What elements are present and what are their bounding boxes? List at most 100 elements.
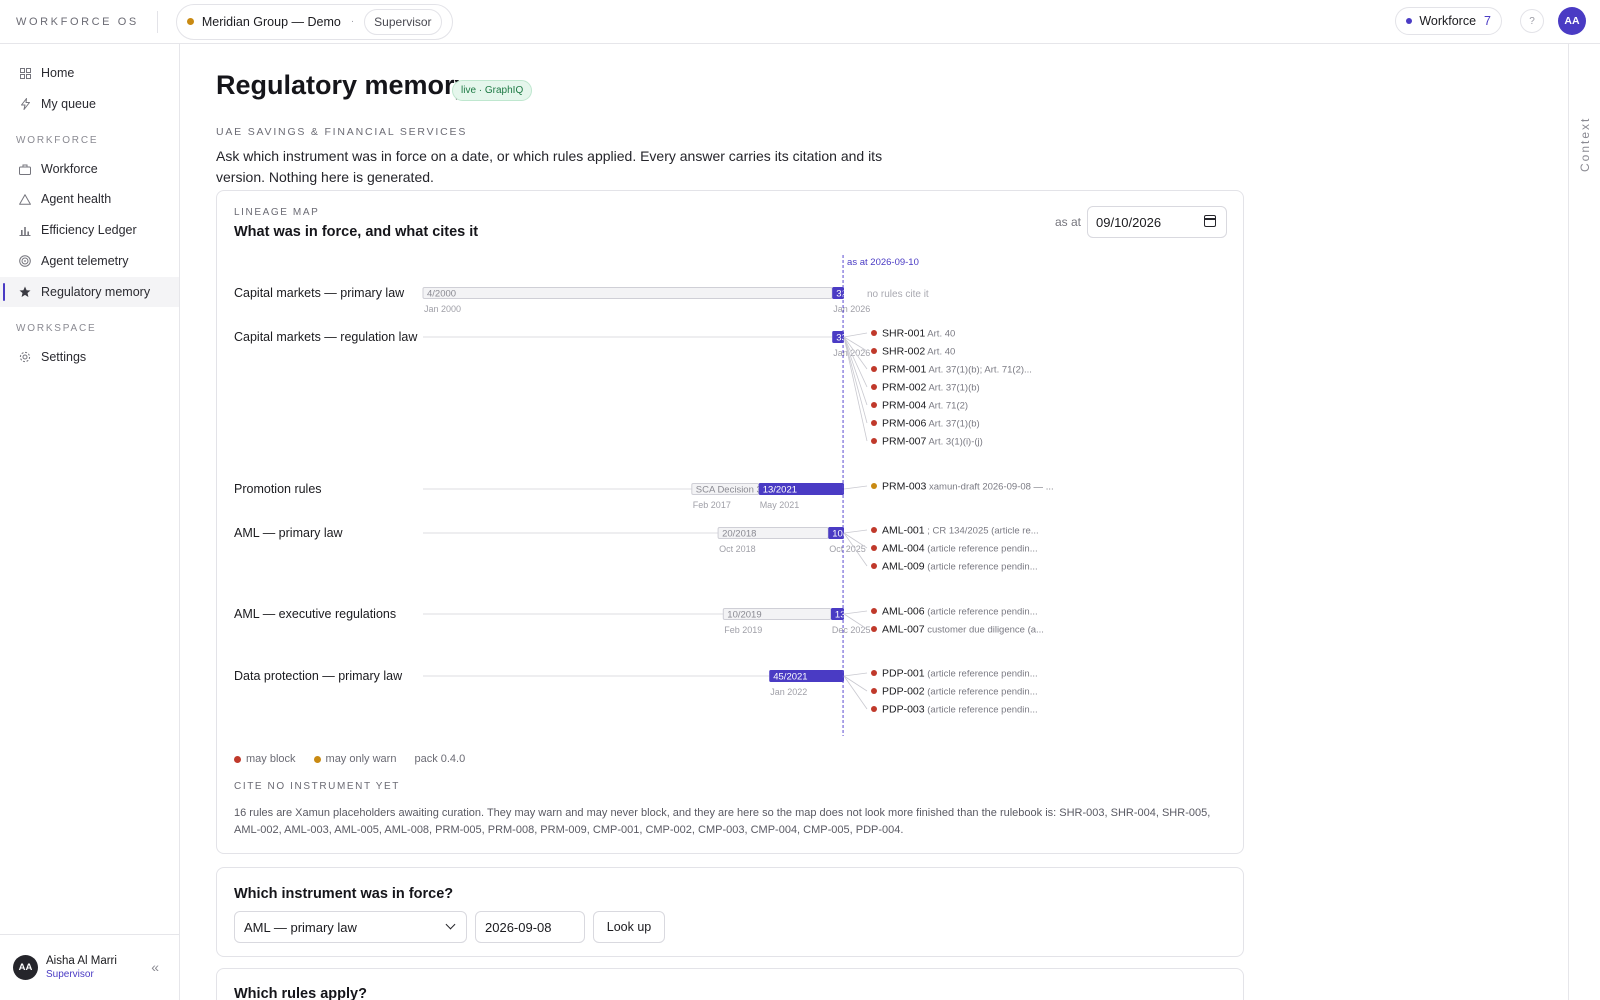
sidebar-item-agent-telemetry[interactable]: Agent telemetry <box>0 246 179 276</box>
instrument-date: Oct 2025 <box>829 544 866 554</box>
may-block-dot <box>871 402 877 408</box>
sidebar-user[interactable]: AA Aisha Al Marri Supervisor « <box>0 934 179 1000</box>
track-select-value: AML — primary law <box>244 919 357 935</box>
sidebar-item-label: Settings <box>41 350 87 364</box>
rule-citation: PDP-003 (article reference pendin... <box>882 704 1038 716</box>
rule-cite: (article reference pendin... <box>925 607 1038 618</box>
rule-id[interactable]: PRM-007 <box>882 436 927 448</box>
rule-id[interactable]: PRM-002 <box>882 382 927 394</box>
rule-id[interactable]: AML-006 <box>882 606 925 618</box>
may-block-dot <box>871 438 877 444</box>
track-label: AML — executive regulations <box>234 607 396 621</box>
sidebar-item-workforce[interactable]: Workforce <box>0 154 179 184</box>
brand-wordmark: WORKFORCE OS <box>16 15 139 28</box>
sidebar-item-label: Agent health <box>41 192 112 206</box>
rule-cite: Art. 37(1)(b) <box>926 419 979 430</box>
citation-link <box>843 675 868 692</box>
may-block-dot <box>871 706 877 712</box>
rule-id[interactable]: PRM-001 <box>882 364 927 376</box>
citation-link <box>843 672 868 677</box>
rule-id[interactable]: PRM-004 <box>882 400 927 412</box>
track-label: AML — primary law <box>234 526 344 540</box>
pending-eyebrow: CITE NO INSTRUMENT YET <box>234 781 400 792</box>
instrument-date: Dec 2025 <box>832 625 871 635</box>
sidebar-item-label: Regulatory memory <box>41 285 151 299</box>
star-icon <box>19 286 31 298</box>
collapse-sidebar-icon[interactable]: « <box>151 959 159 975</box>
track-label: Capital markets — regulation law <box>234 330 418 344</box>
org-switcher[interactable]: Meridian Group — Demo · Supervisor <box>175 3 453 40</box>
role-chip[interactable]: Supervisor <box>364 8 442 35</box>
live-badge: live · GraphIQ <box>452 80 533 101</box>
query-date-input[interactable] <box>475 911 585 943</box>
rule-id[interactable]: PRM-003 <box>882 481 927 493</box>
rule-id[interactable]: AML-004 <box>882 543 925 555</box>
rule-id[interactable]: PDP-002 <box>882 686 925 698</box>
rule-id[interactable]: PDP-001 <box>882 668 925 680</box>
instrument-date: Jan 2026 <box>833 304 870 314</box>
chevron-down-icon <box>445 919 456 930</box>
instrument-name: 32/2025 <box>836 289 870 300</box>
org-name: Meridian Group — Demo <box>201 14 341 29</box>
may-block-dot <box>871 608 877 614</box>
instrument-date: Feb 2019 <box>724 625 762 635</box>
track-select[interactable]: AML — primary law <box>234 911 467 943</box>
pending-rules-text: 16 rules are Xamun placeholders awaiting… <box>234 807 1211 836</box>
instrument-name: 10/2019 <box>727 610 761 621</box>
rule-citation: PRM-002 Art. 37(1)(b) <box>882 382 980 394</box>
rule-cite: (article reference pendin... <box>925 687 1038 698</box>
user-name: Aisha Al Marri <box>46 955 117 967</box>
context-label: Context <box>1578 116 1592 172</box>
rule-id[interactable]: AML-009 <box>882 561 925 573</box>
rule-citation: AML-007 customer due diligence (a... <box>882 624 1044 636</box>
rule-id[interactable]: AML-007 <box>882 624 925 636</box>
instrument-date: Jan 2000 <box>424 304 461 314</box>
as-at-marker-label: as at 2026-09-10 <box>847 257 919 268</box>
user-avatar[interactable]: AA <box>1558 7 1586 35</box>
sidebar-item-regulatory-memory[interactable]: Regulatory memory <box>0 277 179 307</box>
rule-cite: customer due diligence (a... <box>925 625 1044 636</box>
sidebar-item-agent-health[interactable]: Agent health <box>0 184 179 214</box>
rule-id[interactable]: SHR-001 <box>882 328 925 340</box>
rule-cite: Art. 40 <box>925 329 955 340</box>
may-block-dot <box>234 755 241 763</box>
rule-id[interactable]: PRM-006 <box>882 418 927 430</box>
org-separator: · <box>350 16 355 27</box>
rule-cite: (article reference pendin... <box>925 705 1038 716</box>
instrument-query-card: Which instrument was in force? AML — pri… <box>216 867 1244 957</box>
help-icon[interactable]: ? <box>1520 9 1544 33</box>
may-block-dot <box>871 563 877 569</box>
workforce-count: 7 <box>1484 14 1491 28</box>
rule-cite: xamun-draft 2026-09-08 — ... <box>926 482 1053 493</box>
instrument-name: 134/2025 <box>835 610 875 621</box>
workforce-pill[interactable]: Workforce 7 <box>1395 7 1502 35</box>
user-role: Supervisor <box>46 969 94 980</box>
may-block-dot <box>871 670 877 676</box>
no-rules-text: no rules cite it <box>867 289 929 300</box>
bolt-icon <box>19 98 31 110</box>
rule-cite: ; CR 134/2025 (article re... <box>925 526 1039 537</box>
citation-link <box>843 485 868 490</box>
rule-citation: PRM-001 Art. 37(1)(b); Art. 71(2)... <box>882 364 1032 376</box>
look-up-button[interactable]: Look up <box>593 911 665 943</box>
grid-icon <box>19 67 31 79</box>
rule-citation: AML-001 ; CR 134/2025 (article re... <box>882 525 1039 537</box>
sidebar-item-my-queue[interactable]: My queue <box>0 89 179 119</box>
sidebar-item-home[interactable]: Home <box>0 58 179 88</box>
context-rail[interactable]: Context <box>1568 44 1600 1000</box>
rule-id[interactable]: AML-001 <box>882 525 925 537</box>
may-block-dot <box>871 330 877 336</box>
gear-icon <box>19 351 31 363</box>
sidebar-item-efficiency-ledger[interactable]: Efficiency Ledger <box>0 215 179 245</box>
rule-id[interactable]: SHR-002 <box>882 346 925 358</box>
org-status-dot <box>186 18 194 25</box>
instrument-date: May 2021 <box>760 500 800 510</box>
instrument-date: Oct 2018 <box>719 544 756 554</box>
sidebar-item-settings[interactable]: Settings <box>0 342 179 372</box>
instrument-name: 10/2025 <box>832 529 866 540</box>
target-icon <box>19 255 31 267</box>
rule-id[interactable]: PDP-003 <box>882 704 925 716</box>
rule-citation: SHR-001 Art. 40 <box>882 328 955 340</box>
page-title: Regulatory memory <box>216 70 470 100</box>
avatar: AA <box>13 955 38 980</box>
